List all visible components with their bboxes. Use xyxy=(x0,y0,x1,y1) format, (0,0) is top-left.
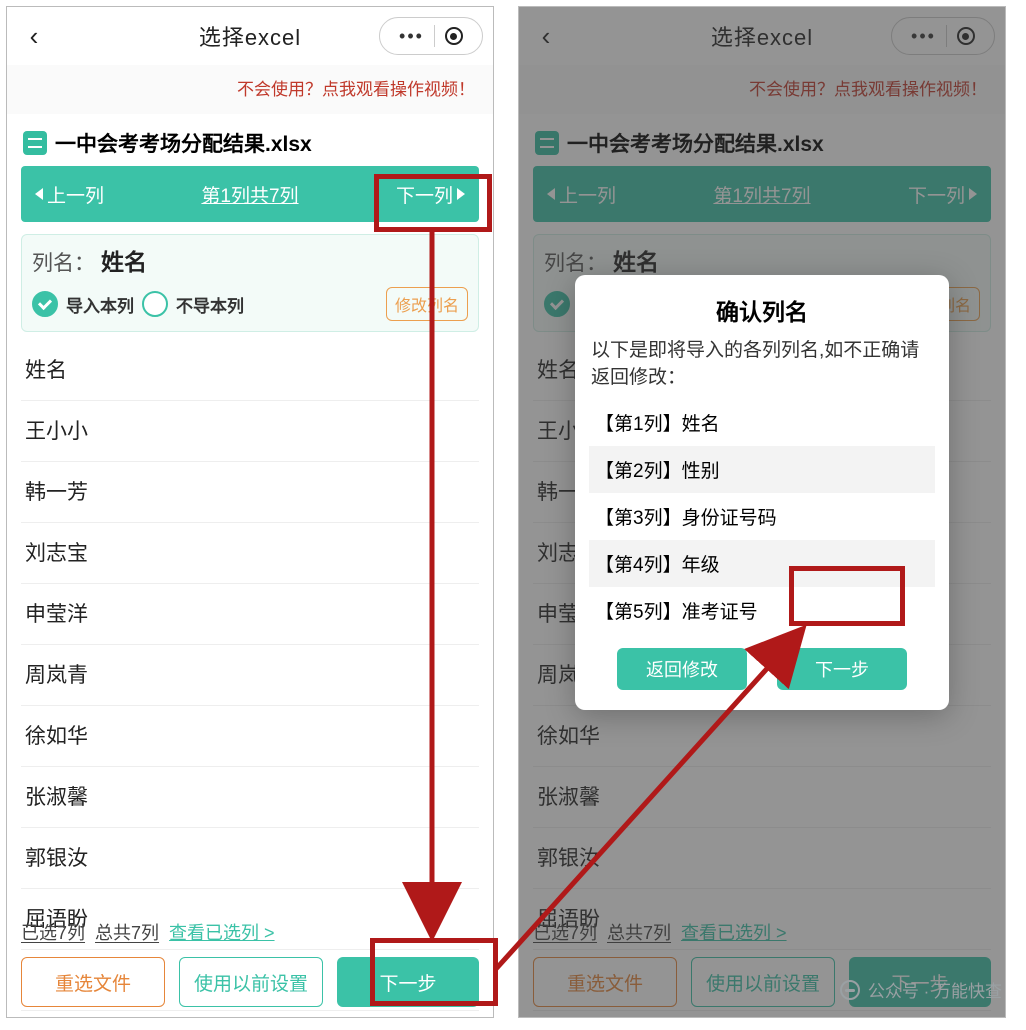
use-prev-settings-button[interactable]: 使用以前设置 xyxy=(179,957,323,1007)
dialog-column-list: 【第1列】姓名【第2列】性别【第3列】身份证号码【第4列】年级【第5列】准考证号 xyxy=(589,399,935,634)
footer-bar: 重选文件 使用以前设置 下一步 xyxy=(21,957,479,1007)
list-item: 周岚青 xyxy=(21,645,479,706)
watermark: 公众号 · 万能快查 xyxy=(840,977,1002,1002)
miniprogram-capsule[interactable]: ••• xyxy=(379,17,483,55)
dialog-column-item: 【第2列】性别 xyxy=(589,446,935,493)
column-navbar: 上一列 第1列共7列 下一列 xyxy=(21,166,479,222)
dialog-message: 以下是即将导入的各列列名,如不正确请返回修改： xyxy=(575,335,949,399)
close-target-icon[interactable] xyxy=(445,27,463,45)
file-block: 一中会考考场分配结果.xlsx 上一列 第1列共7列 下一列 xyxy=(21,120,479,222)
help-video-link[interactable]: 不会使用？点我观看操作视频！ xyxy=(7,65,493,114)
selection-status: 已选7列 总共7列 查看已选列 > xyxy=(21,919,479,945)
list-item: 张淑馨 xyxy=(21,767,479,828)
dialog-back-button[interactable]: 返回修改 xyxy=(617,648,747,690)
next-column-button[interactable]: 下一列 xyxy=(382,166,479,222)
chevron-right-icon xyxy=(457,188,465,200)
wechat-icon xyxy=(840,980,860,1000)
list-item: 申莹洋 xyxy=(21,584,479,645)
next-step-button[interactable]: 下一步 xyxy=(337,957,479,1007)
list-item: 姓名 xyxy=(21,340,479,401)
more-icon[interactable]: ••• xyxy=(399,27,424,45)
column-indicator[interactable]: 第1列共7列 xyxy=(118,181,382,208)
dialog-column-item: 【第3列】身份证号码 xyxy=(589,493,935,540)
list-item: 郭银汝 xyxy=(21,828,479,889)
titlebar: ‹ 选择excel ••• xyxy=(7,7,493,65)
chevron-left-icon xyxy=(35,188,43,200)
dialog-column-item: 【第1列】姓名 xyxy=(589,399,935,446)
dialog-title: 确认列名 xyxy=(575,293,949,327)
reselect-file-button[interactable]: 重选文件 xyxy=(21,957,165,1007)
dialog-column-item: 【第4列】年级 xyxy=(589,540,935,587)
dialog-column-item: 【第5列】准考证号 xyxy=(589,587,935,634)
prev-column-button[interactable]: 上一列 xyxy=(21,166,118,222)
dialog-next-button[interactable]: 下一步 xyxy=(777,648,907,690)
view-selected-link[interactable]: 查看已选列 > xyxy=(169,919,275,945)
radio-import-no[interactable] xyxy=(142,291,168,317)
excel-file-icon xyxy=(23,131,47,155)
preview-list: 姓名王小小韩一芳刘志宝申莹洋周岚青徐如华张淑馨郭银汝屈语盼柳泳辉 xyxy=(21,340,479,1011)
list-item: 徐如华 xyxy=(21,706,479,767)
screen-right: ‹ 选择excel ••• 不会使用？点我观看操作视频！ 一中会考考场分配结果.… xyxy=(518,6,1006,1018)
list-item: 韩一芳 xyxy=(21,462,479,523)
confirm-columns-dialog: 确认列名 以下是即将导入的各列列名,如不正确请返回修改： 【第1列】姓名【第2列… xyxy=(575,275,949,710)
screen-left: ‹ 选择excel ••• 不会使用？点我观看操作视频！ 一中会考考场分配结果.… xyxy=(6,6,494,1018)
column-card: 列名：姓名 导入本列 不导本列 修改列名 xyxy=(21,234,479,332)
list-item: 王小小 xyxy=(21,401,479,462)
rename-column-button[interactable]: 修改列名 xyxy=(386,287,468,321)
column-name: 姓名 xyxy=(101,243,147,277)
list-item: 刘志宝 xyxy=(21,523,479,584)
file-name: 一中会考考场分配结果.xlsx xyxy=(55,128,312,158)
radio-import-yes[interactable] xyxy=(32,291,58,317)
